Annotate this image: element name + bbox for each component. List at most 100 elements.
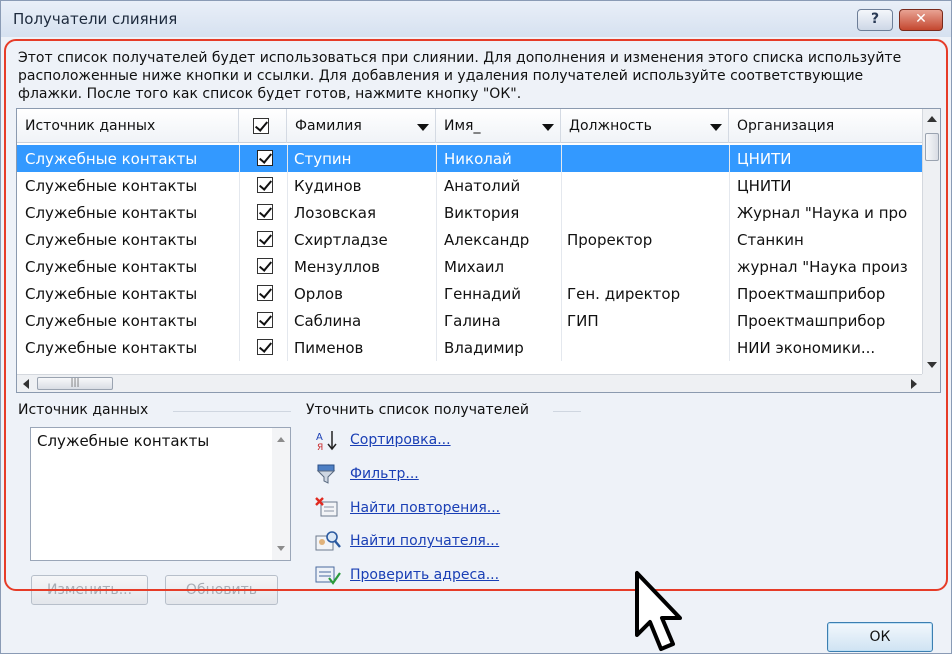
- column-divider: [729, 307, 730, 334]
- column-divider: [436, 253, 437, 280]
- sort-link[interactable]: Сортировка...: [350, 432, 451, 448]
- find-recipient-link[interactable]: Найти получателя...: [350, 533, 499, 549]
- scroll-up-icon[interactable]: [277, 437, 285, 442]
- validate-addresses-icon: [315, 566, 341, 585]
- scroll-down-icon[interactable]: [927, 362, 937, 368]
- column-divider: [287, 280, 288, 307]
- dropdown-arrow-icon[interactable]: [710, 124, 722, 131]
- svg-text:A: A: [316, 432, 323, 443]
- column-header-position[interactable]: Должность: [561, 109, 729, 143]
- cell-last-name: Орлов: [294, 285, 343, 303]
- table-row[interactable]: Служебные контакты Кудинов Анатолий ЦНИТИ: [17, 172, 923, 199]
- column-header-first-name[interactable]: Имя_: [436, 109, 561, 143]
- find-duplicates-icon: [315, 497, 338, 517]
- find-duplicates-link[interactable]: Найти повторения...: [350, 500, 500, 516]
- recipient-checkbox[interactable]: [257, 312, 273, 328]
- cell-last-name: Мензуллов: [294, 258, 381, 276]
- group-divider: [173, 411, 291, 412]
- scroll-down-icon[interactable]: [277, 546, 285, 551]
- column-divider: [287, 307, 288, 334]
- column-header-label: Должность: [569, 118, 652, 134]
- filter-link[interactable]: Фильтр...: [350, 466, 419, 482]
- dropdown-arrow-icon[interactable]: [542, 124, 554, 131]
- cell-organization: ЦНИТИ: [737, 150, 792, 168]
- svg-text:Я: Я: [317, 443, 323, 451]
- sort-icon: A Я: [316, 431, 337, 451]
- filter-icon: [316, 464, 336, 484]
- cell-source: Служебные контакты: [25, 177, 198, 195]
- horizontal-scrollbar[interactable]: |||: [17, 374, 923, 392]
- data-source-item[interactable]: Служебные контакты: [37, 432, 209, 450]
- scroll-up-icon[interactable]: [927, 116, 937, 122]
- vertical-scrollbar[interactable]: [922, 109, 940, 375]
- cell-first-name: Александр: [444, 231, 530, 249]
- data-source-scrollbar[interactable]: [272, 428, 290, 560]
- recipients-grid[interactable]: Источник данных Фамилия Имя_ Должность О…: [16, 108, 941, 393]
- column-header-last-name[interactable]: Фамилия: [287, 109, 436, 143]
- column-divider: [239, 199, 240, 226]
- scroll-thumb[interactable]: [925, 133, 939, 161]
- scrollbar-corner: [922, 374, 940, 392]
- cell-first-name: Николай: [444, 150, 512, 168]
- refine-list-label: Уточнить список получателей: [306, 402, 529, 418]
- column-header-label: Источник данных: [25, 118, 156, 134]
- table-row[interactable]: Служебные контакты Мензуллов Михаил журнал …: [17, 253, 923, 280]
- cell-organization: Журнал "Наука и про: [737, 204, 908, 222]
- column-divider: [729, 334, 730, 361]
- recipient-checkbox[interactable]: [257, 150, 273, 166]
- recipient-checkbox[interactable]: [257, 258, 273, 274]
- column-divider: [287, 199, 288, 226]
- column-header-organization[interactable]: Организация: [729, 109, 923, 143]
- column-divider: [287, 172, 288, 199]
- cell-organization: Проектмашприбор: [737, 312, 886, 330]
- table-row[interactable]: Служебные контакты Саблина Галина ГИП Проект…: [17, 307, 923, 334]
- column-divider: [729, 280, 730, 307]
- select-all-checkbox[interactable]: [253, 118, 269, 134]
- recipient-checkbox[interactable]: [257, 204, 273, 220]
- column-divider: [239, 334, 240, 361]
- column-divider: [239, 307, 240, 334]
- recipient-checkbox[interactable]: [257, 285, 273, 301]
- column-header-checkbox[interactable]: [239, 109, 287, 143]
- edit-button[interactable]: Изменить...: [31, 575, 148, 605]
- column-divider: [561, 253, 562, 280]
- cell-last-name: Пименов: [294, 339, 364, 357]
- close-button[interactable]: ✕: [899, 9, 943, 31]
- cell-last-name: Лозовская: [294, 204, 376, 222]
- scroll-left-icon[interactable]: [23, 379, 29, 389]
- column-divider: [287, 226, 288, 253]
- scroll-thumb[interactable]: |||: [37, 377, 113, 390]
- column-divider: [239, 145, 240, 172]
- cell-organization: НИИ экономики...: [737, 339, 876, 357]
- table-row[interactable]: Служебные контакты Схиртладзе Александр Про…: [17, 226, 923, 253]
- help-button[interactable]: ?: [857, 9, 893, 31]
- intro-text: Этот список получателей будет использова…: [18, 50, 902, 102]
- table-row[interactable]: Служебные контакты Пименов Владимир НИИ эко…: [17, 334, 923, 361]
- column-divider: [436, 145, 437, 172]
- recipient-checkbox[interactable]: [257, 231, 273, 247]
- table-row[interactable]: Служебные контакты Лозовская Виктория Журна…: [17, 199, 923, 226]
- scroll-right-icon[interactable]: [911, 379, 917, 389]
- column-divider: [561, 280, 562, 307]
- cell-position: Проректор: [567, 231, 653, 249]
- dialog-title: Получатели слияния: [13, 10, 178, 28]
- cell-source: Служебные контакты: [25, 231, 198, 249]
- data-source-list[interactable]: Служебные контакты: [30, 427, 291, 561]
- dropdown-arrow-icon[interactable]: [417, 124, 429, 131]
- cell-first-name: Владимир: [444, 339, 524, 357]
- validate-addresses-link[interactable]: Проверить адреса...: [350, 567, 499, 583]
- cell-organization: журнал "Наука произ: [737, 258, 908, 276]
- recipient-checkbox[interactable]: [257, 339, 273, 355]
- table-row[interactable]: Служебные контакты Ступин Николай ЦНИТИ: [17, 145, 923, 172]
- column-header-source[interactable]: Источник данных: [17, 109, 239, 143]
- column-divider: [287, 253, 288, 280]
- table-row[interactable]: Служебные контакты Орлов Геннадий Ген. дире…: [17, 280, 923, 307]
- column-divider: [239, 172, 240, 199]
- cell-first-name: Галина: [444, 312, 501, 330]
- refresh-button[interactable]: Обновить: [165, 575, 278, 605]
- column-divider: [436, 226, 437, 253]
- cell-source: Служебные контакты: [25, 204, 198, 222]
- recipient-checkbox[interactable]: [257, 177, 273, 193]
- ok-button[interactable]: ОК: [827, 622, 933, 652]
- column-divider: [287, 145, 288, 172]
